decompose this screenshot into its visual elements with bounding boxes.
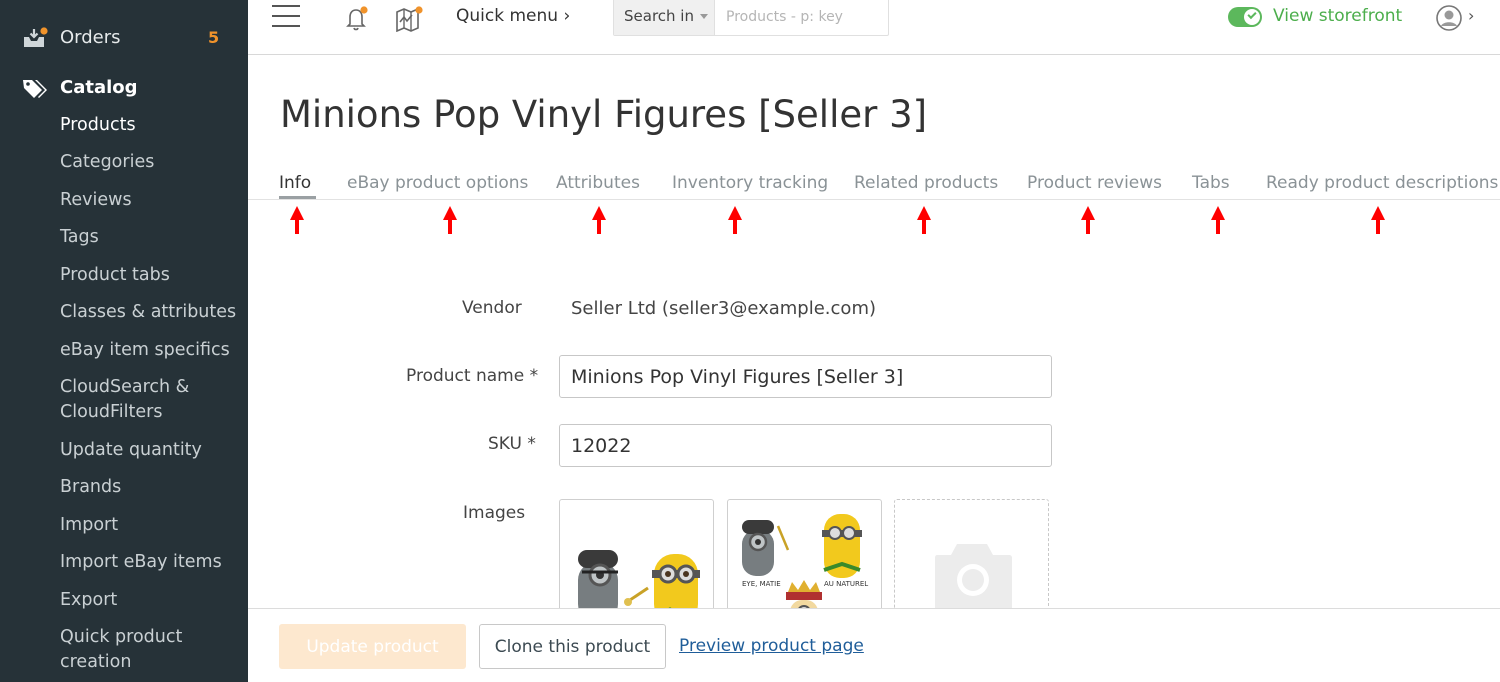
active-tab-indicator — [279, 196, 316, 199]
sidebar-item-update-quantity[interactable]: Update quantity — [60, 438, 240, 463]
top-bar: Quick menu › Search in View storefront › — [248, 0, 1500, 55]
red-arrow-icon — [1211, 206, 1225, 234]
sidebar-item-import[interactable]: Import — [60, 513, 240, 538]
red-arrow-icon — [1081, 206, 1095, 234]
tab-inventory-tracking[interactable]: Inventory tracking — [672, 173, 828, 193]
tab-related-products[interactable]: Related products — [854, 173, 998, 193]
caret-down-icon — [699, 14, 708, 19]
sidebar-item-categories[interactable]: Categories — [60, 150, 240, 175]
search-box: Search in — [613, 0, 889, 36]
red-arrow-icon — [917, 206, 931, 234]
clone-product-button[interactable]: Clone this product — [479, 624, 666, 669]
tab-product-reviews[interactable]: Product reviews — [1027, 173, 1162, 193]
product-name-field[interactable] — [559, 355, 1052, 398]
tab-ready-product-descriptions[interactable]: Ready product descriptions — [1266, 173, 1498, 193]
storefront-toggle[interactable] — [1228, 7, 1262, 27]
sidebar-item-orders[interactable]: Orders 5 — [0, 18, 248, 58]
preview-product-page-link[interactable]: Preview product page — [679, 636, 864, 656]
tab-info[interactable]: Info — [279, 173, 311, 193]
sidebar-item-brands[interactable]: Brands — [60, 475, 240, 500]
action-bar: Update product Clone this product Previe… — [248, 608, 1500, 682]
product-name-label: Product name * — [406, 366, 539, 386]
red-arrow-icon — [443, 206, 457, 234]
red-arrow-icon — [1371, 206, 1385, 234]
search-in-dropdown[interactable]: Search in — [614, 0, 715, 35]
sidebar-item-reviews[interactable]: Reviews — [60, 188, 240, 213]
sku-label: SKU * — [488, 434, 536, 454]
sidebar-item-tags[interactable]: Tags — [60, 225, 240, 250]
sidebar: Orders 5 Catalog Products Categories Rev… — [0, 0, 248, 682]
update-product-button[interactable]: Update product — [279, 624, 466, 669]
bell-icon[interactable] — [343, 4, 371, 36]
search-in-label: Search in — [624, 7, 694, 25]
tab-attributes[interactable]: Attributes — [556, 173, 640, 193]
sidebar-item-ebay-item-specifics[interactable]: eBay item specifics — [60, 338, 240, 363]
tab-ebay-product-options[interactable]: eBay product options — [347, 173, 528, 193]
tab-tabs[interactable]: Tabs — [1192, 173, 1230, 193]
red-arrow-icon — [592, 206, 606, 234]
sidebar-item-product-tabs[interactable]: Product tabs — [60, 263, 240, 288]
orders-count-badge: 5 — [208, 28, 220, 47]
sidebar-item-quick-product-creation[interactable]: Quick product creation — [60, 625, 200, 675]
vendor-label: Vendor — [462, 298, 522, 318]
sidebar-item-products[interactable]: Products — [60, 113, 240, 138]
sidebar-item-label: Catalog — [60, 77, 138, 98]
menu-icon[interactable] — [272, 5, 300, 29]
chevron-right-icon[interactable]: › — [1468, 6, 1474, 25]
image-caption: EYE, MATIE — [742, 580, 781, 588]
sidebar-item-catalog[interactable]: Catalog — [0, 68, 248, 108]
search-input[interactable] — [716, 0, 888, 35]
sidebar-item-export[interactable]: Export — [60, 588, 240, 613]
view-storefront-link[interactable]: View storefront — [1273, 6, 1402, 26]
red-arrow-icon — [728, 206, 742, 234]
tags-icon — [22, 78, 48, 104]
tabs-divider — [248, 199, 1500, 200]
quick-menu-button[interactable]: Quick menu › — [456, 6, 570, 26]
sku-field[interactable] — [559, 424, 1052, 467]
analytics-icon[interactable] — [394, 4, 424, 36]
sidebar-item-cloudsearch[interactable]: CloudSearch & CloudFilters — [60, 375, 200, 425]
images-label: Images — [463, 503, 526, 523]
sidebar-item-classes-attributes[interactable]: Classes & attributes — [60, 300, 240, 325]
image-caption: AU NATUREL — [824, 580, 868, 588]
orders-icon — [22, 27, 48, 53]
user-avatar-icon[interactable] — [1435, 4, 1463, 36]
red-arrow-icon — [290, 206, 304, 234]
sidebar-item-import-ebay-items[interactable]: Import eBay items — [60, 550, 240, 575]
page-title: Minions Pop Vinyl Figures [Seller 3] — [280, 93, 928, 136]
sidebar-item-label: Orders — [60, 27, 121, 48]
vendor-value: Seller Ltd (seller3@example.com) — [571, 298, 876, 319]
